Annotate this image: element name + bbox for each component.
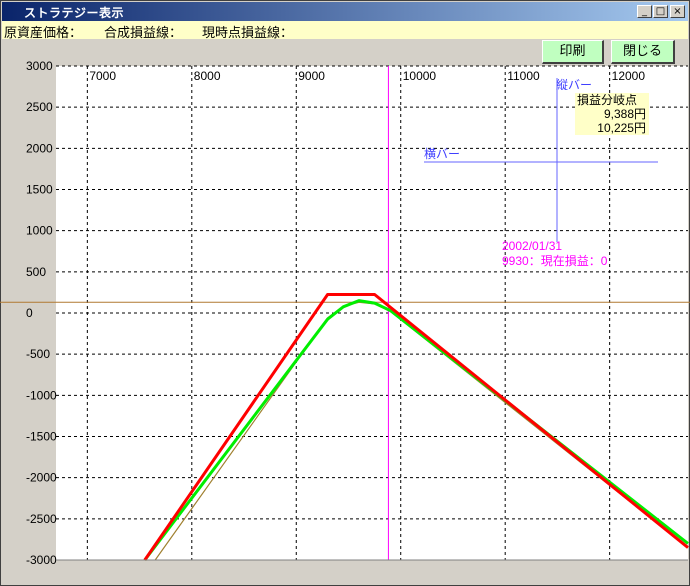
x-tick-label: 12000 — [612, 69, 646, 83]
y-tick-labels: 3000 2500 2000 1500 1000 500 0 -500 -1000 -1500 -2… — [26, 59, 57, 567]
cursor-date: 2002/01/31 — [502, 239, 562, 253]
hbar-label: 横バー — [424, 147, 460, 161]
x-tick-label: 7000 — [89, 69, 116, 83]
x-tick-label: 10000 — [403, 69, 437, 83]
breakeven-title: 損益分岐点 — [577, 92, 637, 107]
y-tick-label: -1500 — [26, 430, 57, 444]
y-tick-label: -500 — [26, 347, 50, 361]
pl-chart: 7000 8000 9000 10000 11000 12000 300025002000… — [0, 59, 690, 567]
x-tick-label: 11000 — [507, 69, 540, 83]
x-tick-label: 8000 — [194, 69, 221, 83]
y-tick-label: -3000 — [26, 553, 57, 567]
y-tick-label: -2000 — [26, 471, 57, 485]
y-tick-label: 2000 — [26, 141, 53, 155]
y-tick-label: -1000 — [26, 388, 57, 402]
y-tick-label: 2500 — [26, 100, 53, 114]
x-tick-label: 9000 — [298, 69, 325, 83]
vbar-label: 縦バー — [556, 78, 592, 92]
y-tick-label: 1500 — [26, 183, 53, 197]
cursor-info: 9930：現在損益：0 — [502, 253, 608, 268]
y-tick-label: 3000 — [26, 59, 53, 73]
y-tick-label: -2500 — [26, 512, 57, 526]
breakeven-1: 9,388円 — [604, 107, 646, 121]
y-tick-label: 500 — [26, 265, 46, 279]
plot-area — [56, 66, 688, 560]
y-tick-label: 0 — [26, 306, 33, 320]
breakeven-2: 10,225円 — [597, 121, 646, 135]
y-tick-label: 1000 — [26, 224, 53, 238]
